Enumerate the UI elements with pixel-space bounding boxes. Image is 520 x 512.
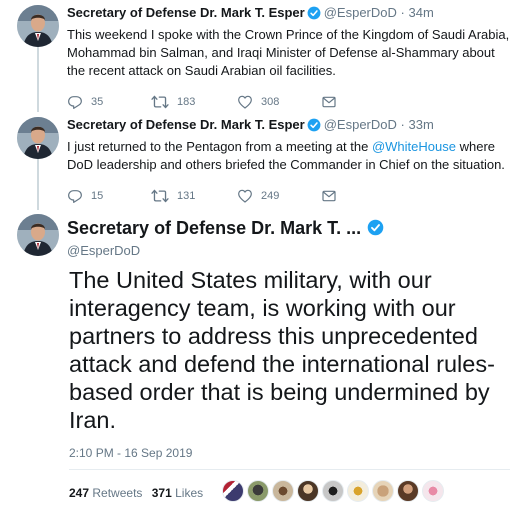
- direct-message-button[interactable]: [321, 188, 345, 204]
- avatar[interactable]: [17, 117, 59, 159]
- tweet[interactable]: Secretary of Defense Dr. Mark T. Esper @E…: [67, 5, 512, 112]
- direct-message-icon: [322, 190, 336, 202]
- liker-avatar[interactable]: [422, 480, 444, 502]
- avatar[interactable]: [17, 214, 59, 256]
- separator-dot: ·: [400, 117, 405, 132]
- likes-count: 371: [151, 486, 172, 500]
- tweet-time[interactable]: 34m: [409, 5, 434, 20]
- main-tweet-header: Secretary of Defense Dr. Mark T. ... @Es…: [67, 217, 387, 258]
- display-name[interactable]: Secretary of Defense Dr. Mark T. Esper: [67, 117, 305, 132]
- like-button[interactable]: 308: [237, 94, 281, 110]
- like-icon: [238, 95, 252, 109]
- verified-badge-icon: [307, 118, 321, 136]
- retweet-button[interactable]: 183: [151, 94, 197, 110]
- retweet-icon: [151, 95, 169, 109]
- display-name[interactable]: Secretary of Defense Dr. Mark T. Esper: [67, 5, 305, 20]
- avatar-image: [17, 117, 59, 159]
- reply-count: 15: [91, 190, 104, 202]
- liker-avatar[interactable]: [347, 480, 369, 502]
- like-icon: [238, 189, 252, 203]
- like-count: 249: [261, 190, 280, 202]
- retweet-button[interactable]: 131: [151, 188, 197, 204]
- liker-avatar[interactable]: [322, 480, 344, 502]
- reply-icon: [68, 190, 82, 203]
- direct-message-button[interactable]: [321, 94, 345, 110]
- liker-avatar[interactable]: [297, 480, 319, 502]
- reply-count: 35: [91, 96, 104, 108]
- mention-link[interactable]: @WhiteHouse: [372, 139, 456, 154]
- liker-avatars: [222, 480, 447, 502]
- username[interactable]: @EsperDoD: [324, 5, 397, 20]
- retweets-label: Retweets: [92, 486, 143, 500]
- tweet-timestamp[interactable]: 2:10 PM - 16 Sep 2019: [69, 446, 192, 460]
- tweet-actions: 35 183 308: [67, 92, 512, 112]
- reply-icon: [68, 96, 82, 109]
- username[interactable]: @EsperDoD: [324, 117, 397, 132]
- retweet-count: 183: [177, 96, 196, 108]
- tweet-header: Secretary of Defense Dr. Mark T. Esper @E…: [67, 117, 512, 136]
- liker-avatar[interactable]: [372, 480, 394, 502]
- liker-avatar[interactable]: [247, 480, 269, 502]
- display-name[interactable]: Secretary of Defense Dr. Mark T. ...: [67, 218, 361, 238]
- reply-button[interactable]: 35: [67, 94, 111, 110]
- main-display-name: Secretary of Defense Dr. Mark T. ...: [67, 217, 387, 241]
- retweets-count: 247: [69, 486, 90, 500]
- like-count: 308: [261, 96, 280, 108]
- main-tweet-text: The United States military, with our int…: [69, 267, 495, 433]
- divider: [69, 469, 510, 470]
- tweet-text: I just returned to the Pentagon from a m…: [67, 138, 512, 174]
- retweets-stat[interactable]: 247 Retweets: [69, 486, 142, 500]
- thread-connector: [37, 46, 39, 112]
- avatar[interactable]: [17, 5, 59, 47]
- likes-label: Likes: [175, 486, 204, 500]
- avatar-image: [17, 214, 59, 256]
- tweet-text: This weekend I spoke with the Crown Prin…: [67, 27, 510, 78]
- retweet-icon: [151, 189, 169, 203]
- liker-avatar[interactable]: [272, 480, 294, 502]
- tweet-actions: 15 131 249: [67, 186, 512, 206]
- likes-stat[interactable]: 371 Likes: [152, 486, 203, 500]
- reply-button[interactable]: 15: [67, 188, 111, 204]
- like-button[interactable]: 249: [237, 188, 281, 204]
- tweet-stats: 247 Retweets 371 Likes: [69, 486, 209, 500]
- direct-message-icon: [322, 96, 336, 108]
- tweet-time[interactable]: 33m: [409, 117, 434, 132]
- avatar-image: [17, 5, 59, 47]
- thread-connector: [37, 158, 39, 210]
- verified-badge-icon: [367, 219, 384, 241]
- liker-avatar[interactable]: [397, 480, 419, 502]
- tweet-text-part: I just returned to the Pentagon from a m…: [67, 139, 372, 154]
- username[interactable]: @EsperDoD: [67, 243, 387, 258]
- tweet-header: Secretary of Defense Dr. Mark T. Esper @E…: [67, 5, 512, 24]
- separator-dot: ·: [400, 5, 405, 20]
- tweet[interactable]: Secretary of Defense Dr. Mark T. Esper @E…: [67, 117, 512, 206]
- verified-badge-icon: [307, 6, 321, 24]
- liker-avatar[interactable]: [222, 480, 244, 502]
- retweet-count: 131: [177, 190, 196, 202]
